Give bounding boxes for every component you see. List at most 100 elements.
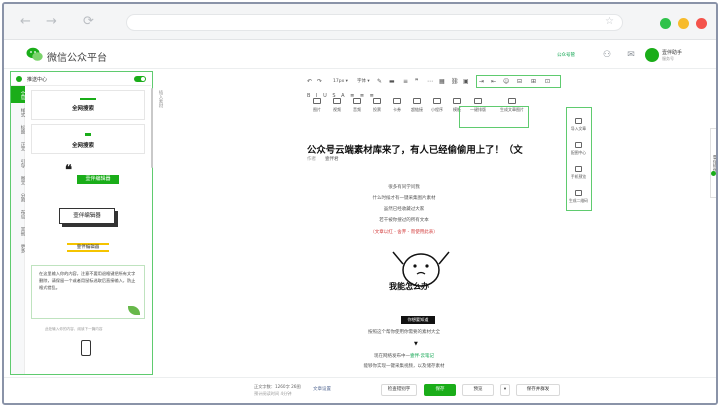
material-tab[interactable]: 引导: [11, 154, 25, 171]
style-card-6[interactable]: 在这里输入你的内容，注意不要用退格键把所有文字删除，请保留一个或者用鼠标选取后直…: [31, 265, 145, 319]
article-line: 现在网络发布中一壹伴·云笔记: [344, 353, 464, 359]
material-tab[interactable]: 其他: [11, 222, 25, 239]
import-icon: [575, 118, 582, 124]
account-icon[interactable]: ⚇: [602, 50, 612, 60]
link-icon: [413, 98, 421, 104]
gallery-icon: [575, 142, 582, 148]
card-label: 全网搜索: [72, 106, 95, 112]
article-line: 虽然已经收藏过大家: [383, 207, 425, 212]
material-tab[interactable]: 样式: [11, 103, 25, 120]
account-type: 服务号: [662, 56, 674, 61]
qrcode-button[interactable]: 生成二维码: [567, 190, 590, 204]
redo-icon[interactable]: ↷: [317, 78, 322, 86]
template-icon: [453, 98, 461, 104]
tool-label: 小程序: [431, 107, 443, 112]
insert-coupon-button[interactable]: 卡券: [387, 96, 407, 113]
material-tab[interactable]: 更多: [11, 239, 25, 256]
phone-icon: [81, 340, 91, 356]
insert-audio-button[interactable]: 音频: [347, 96, 367, 113]
tool-label: 手机预览: [570, 174, 587, 179]
material-tab[interactable]: 全局: [11, 86, 25, 103]
image-icon: [313, 98, 321, 104]
material-tab[interactable]: 正文: [11, 137, 25, 154]
article-settings-link[interactable]: 文章设置: [313, 386, 331, 392]
browser-window: ← → ⟳ ☆ 微信公众平台 公众号管 ⚇ ✉ 壹伴助手 服务号 推送中心 全局…: [2, 2, 718, 405]
insert-video-button[interactable]: 视频: [327, 96, 347, 113]
miniprogram-icon: [433, 98, 441, 104]
material-panel: 推送中心 全局 样式 标题 正文 引导 图文 分割 布局 其他 更多 全网搜索 …: [10, 71, 153, 375]
forward-icon[interactable]: →: [46, 15, 57, 28]
image-center-button[interactable]: 配图中心: [567, 142, 590, 156]
image-icon[interactable]: ▣: [463, 78, 469, 86]
window-dot-yellow[interactable]: [678, 18, 689, 29]
browser-toolbar: ← → ⟳ ☆: [4, 4, 716, 40]
material-tab[interactable]: 图文: [11, 171, 25, 188]
window-dot-green[interactable]: [660, 18, 671, 29]
align-icon[interactable]: ≡: [403, 78, 408, 86]
import-article-button[interactable]: 导入文章: [567, 118, 590, 132]
material-tabs: 全局 样式 标题 正文 引导 图文 分割 布局 其他 更多: [11, 86, 25, 374]
panel-scrollbar[interactable]: [151, 88, 153, 168]
insert-link-button[interactable]: 超链接: [407, 96, 427, 113]
article-line-highlight: （文章以红 - 舍弃 - 而使用此表）: [370, 230, 438, 235]
back-icon[interactable]: ←: [20, 15, 31, 28]
header-link[interactable]: 公众号管: [557, 52, 575, 58]
tool-label: 音频: [353, 107, 361, 112]
user-name[interactable]: 壹伴助手: [662, 49, 682, 56]
material-tab[interactable]: 分割: [11, 188, 25, 205]
code-icon[interactable]: ⋯: [427, 78, 433, 86]
mobile-preview-button[interactable]: 手机预览: [567, 166, 590, 180]
video-icon: [333, 98, 341, 104]
tool-label: 导入文章: [570, 126, 587, 131]
window-dot-red[interactable]: [696, 18, 707, 29]
yellow-title-style: 壹伴编辑器: [67, 243, 109, 252]
line-icon[interactable]: ▬: [389, 78, 395, 86]
mail-icon[interactable]: ✉: [626, 50, 636, 60]
insert-image-button[interactable]: 图片: [307, 96, 327, 113]
style-card-1[interactable]: 全网搜索: [31, 90, 145, 120]
insert-miniprogram-button[interactable]: 小程序: [427, 96, 447, 113]
word-count: 正文字数：1260字 26图: [254, 384, 301, 389]
decor-bar: [80, 98, 96, 100]
preview-dropdown-icon[interactable]: ▾: [500, 384, 510, 396]
save-button[interactable]: 保存: [424, 384, 456, 396]
save-and-publish-button[interactable]: 保存并群发: [516, 384, 560, 396]
check-typo-button[interactable]: 检查错别字: [381, 384, 417, 396]
plugin-insert-group: [459, 106, 529, 128]
preview-button[interactable]: 预览: [462, 384, 494, 396]
link-icon[interactable]: ⛓: [451, 78, 459, 86]
panel-toggle[interactable]: [134, 76, 146, 82]
material-tab[interactable]: 标题: [11, 120, 25, 137]
table-icon[interactable]: ▦: [439, 78, 445, 86]
font-size-select[interactable]: 17px ▾: [333, 78, 348, 86]
font-family-select[interactable]: 字体 ▾: [357, 78, 370, 86]
reload-icon[interactable]: ⟳: [83, 15, 94, 28]
style-card-3[interactable]: ❝ 壹伴编辑器: [31, 159, 145, 195]
line-a-text: 现在网络发布中一: [374, 354, 411, 359]
plugin-toolbar-group: [476, 75, 561, 88]
tool-label: 超链接: [411, 107, 423, 112]
undo-icon[interactable]: ↶: [307, 78, 312, 86]
material-tab[interactable]: 布局: [11, 205, 25, 222]
author-label: 作者: [307, 157, 316, 162]
style-card-5[interactable]: 壹伴编辑器: [31, 239, 145, 259]
quote-mark-icon: ❝: [65, 163, 72, 178]
card-paragraph: 在这里输入你的内容，注意不要用退格键把所有文字删除，请保留一个或者用鼠标选取后直…: [39, 271, 136, 290]
author-name[interactable]: 壹伴君: [325, 156, 339, 162]
down-arrow-icon: ▼: [414, 341, 418, 347]
plugin-side-tab[interactable]: 壹伴插件: [710, 128, 716, 198]
insert-hint: 插入素材: [158, 90, 163, 108]
address-bar[interactable]: ☆: [126, 14, 623, 31]
photo-icon: [508, 98, 516, 104]
style-card-7[interactable]: 此处输入你的内容，阅读下一篇内容: [31, 324, 145, 372]
style-card-4[interactable]: 壹伴编辑器: [31, 202, 145, 234]
article-line: 按照这个帮你使用你需要的素材大全: [368, 330, 440, 335]
style-card-2[interactable]: 全网搜索: [31, 124, 145, 154]
avatar[interactable]: [645, 48, 659, 62]
article-title[interactable]: 公众号云端素材库来了，有人已经偷偷用上了！（文: [307, 142, 523, 156]
quote-icon[interactable]: ❞: [415, 78, 418, 86]
article-line: 若干被你搜过的所有文本: [379, 218, 429, 223]
insert-vote-button[interactable]: 投票: [367, 96, 387, 113]
brush-icon[interactable]: ✎: [377, 78, 382, 86]
bookmark-star-icon[interactable]: ☆: [605, 16, 614, 27]
